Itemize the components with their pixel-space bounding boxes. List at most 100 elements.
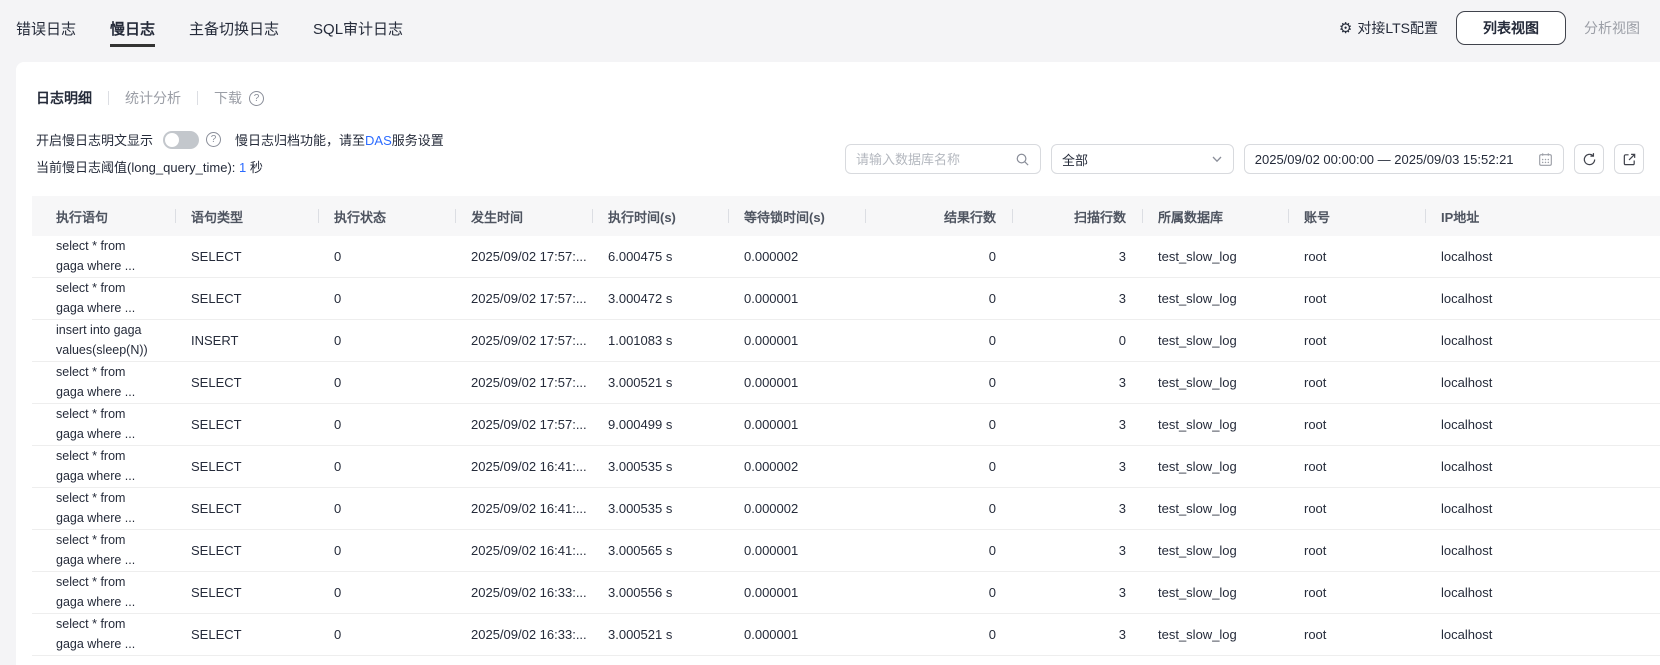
analysis-view-button[interactable]: 分析视图	[1584, 18, 1640, 38]
log-tabs: 错误日志 慢日志 主备切换日志 SQL审计日志	[0, 0, 403, 56]
archive-note-prefix: 慢日志归档功能，请至	[235, 133, 365, 148]
cell-exec-time: 9.000499 s	[592, 417, 728, 432]
cell-occur-time: 2025/09/02 17:57:...	[455, 249, 592, 264]
cell-ip: localhost	[1425, 417, 1660, 432]
table-header-row: 执行语句 语句类型 执行状态 发生时间 执行时间(s) 等待锁时间(s) 结果行…	[32, 196, 1660, 236]
slow-log-panel: 日志明细 统计分析 下载 ? 开启慢日志明文显示 ? 慢日志归档功能，请至DAS…	[16, 62, 1660, 665]
table-row[interactable]: select * fromgaga where ... SELECT 0 202…	[32, 614, 1660, 656]
cell-statement[interactable]: select * fromgaga where ...	[32, 237, 175, 276]
cell-result-rows: 0	[865, 333, 1012, 348]
cell-result-rows: 0	[865, 585, 1012, 600]
table-row[interactable]: select * fromgaga where ... SELECT 0 202…	[32, 530, 1660, 572]
cell-account: root	[1288, 249, 1425, 264]
table-row[interactable]: select * fromgaga where ... SELECT 0 202…	[32, 362, 1660, 404]
cell-ip: localhost	[1425, 627, 1660, 642]
cell-ip: localhost	[1425, 249, 1660, 264]
tab-slow-log[interactable]: 慢日志	[110, 0, 155, 56]
table-row[interactable]: select * fromgaga where ... SELECT 0 202…	[32, 278, 1660, 320]
open-in-new-button[interactable]	[1614, 144, 1644, 174]
cell-occur-time: 2025/09/02 16:41:...	[455, 543, 592, 558]
cell-scan-rows: 3	[1012, 375, 1142, 390]
cell-account: root	[1288, 291, 1425, 306]
subtab-download[interactable]: 下载	[214, 88, 242, 108]
cell-statement-type: SELECT	[175, 249, 318, 264]
cell-account: root	[1288, 585, 1425, 600]
cell-statement[interactable]: select * fromgaga where ...	[32, 279, 175, 318]
cell-exec-status: 0	[318, 501, 455, 516]
toggle-knob	[165, 133, 179, 147]
search-icon[interactable]	[1015, 152, 1030, 167]
cell-result-rows: 0	[865, 249, 1012, 264]
exec-status-tooltip-label[interactable]: 执行状态	[334, 210, 386, 226]
calendar-icon	[1538, 152, 1553, 167]
database-search-input[interactable]	[856, 152, 1015, 167]
cell-statement[interactable]: insert into gagavalues(sleep(N))	[32, 321, 175, 360]
cell-statement[interactable]: select * fromgaga where ...	[32, 615, 175, 654]
log-tab-bar: 错误日志 慢日志 主备切换日志 SQL审计日志 ⚙ 对接LTS配置 列表视图 分…	[0, 0, 1660, 56]
cell-account: root	[1288, 459, 1425, 474]
cell-statement[interactable]: select * fromgaga where ...	[32, 405, 175, 444]
plaintext-help-icon[interactable]: ?	[206, 132, 221, 147]
cell-lock-wait-time: 0.000001	[728, 585, 865, 600]
cell-account: root	[1288, 375, 1425, 390]
list-view-button[interactable]: 列表视图	[1456, 11, 1566, 45]
cell-exec-status: 0	[318, 585, 455, 600]
table-row[interactable]: select * fromgaga where ... SELECT 0 202…	[32, 488, 1660, 530]
table-row[interactable]: select * fromgaga where ... SELECT 0 202…	[32, 236, 1660, 278]
tab-failover-log[interactable]: 主备切换日志	[189, 0, 279, 56]
cell-statement-type: SELECT	[175, 375, 318, 390]
das-link[interactable]: DAS	[365, 133, 392, 148]
refresh-button[interactable]	[1574, 144, 1604, 174]
archive-note: 慢日志归档功能，请至DAS服务设置	[235, 130, 444, 149]
date-range-picker[interactable]: 2025/09/02 00:00:00 — 2025/09/03 15:52:2…	[1244, 144, 1564, 174]
tab-error-log[interactable]: 错误日志	[16, 0, 76, 56]
cell-statement[interactable]: select * fromgaga where ...	[32, 447, 175, 486]
cell-statement[interactable]: select * fromgaga where ...	[32, 489, 175, 528]
panel-subtabs: 日志明细 统计分析 下载 ?	[36, 88, 264, 108]
lts-config-button[interactable]: ⚙ 对接LTS配置	[1339, 18, 1438, 38]
cell-statement-type: SELECT	[175, 627, 318, 642]
table-row[interactable]: select * fromgaga where ... SELECT 0 202…	[32, 446, 1660, 488]
cell-result-rows: 0	[865, 417, 1012, 432]
cell-statement-type: SELECT	[175, 417, 318, 432]
cell-account: root	[1288, 501, 1425, 516]
cell-database: test_slow_log	[1142, 627, 1288, 642]
cell-database: test_slow_log	[1142, 501, 1288, 516]
col-header-statement: 执行语句	[32, 207, 175, 226]
cell-exec-time: 3.000521 s	[592, 627, 728, 642]
cell-statement[interactable]: select * fromgaga where ...	[32, 363, 175, 402]
col-header-statement-type: 语句类型	[175, 207, 318, 226]
cell-exec-time: 3.000535 s	[592, 459, 728, 474]
cell-lock-wait-time: 0.000001	[728, 627, 865, 642]
cell-database: test_slow_log	[1142, 585, 1288, 600]
threshold-text: 当前慢日志阈值(long_query_time): 1 秒	[36, 157, 263, 176]
cell-exec-time: 1.001083 s	[592, 333, 728, 348]
cell-result-rows: 0	[865, 627, 1012, 642]
plaintext-toggle-switch[interactable]	[163, 131, 199, 149]
table-row[interactable]: select * fromgaga where ... SELECT 0 202…	[32, 404, 1660, 446]
cell-occur-time: 2025/09/02 16:33:...	[455, 627, 592, 642]
cell-exec-time: 6.000475 s	[592, 249, 728, 264]
cell-result-rows: 0	[865, 291, 1012, 306]
cell-statement[interactable]: select * fromgaga where ...	[32, 531, 175, 570]
cell-lock-wait-time: 0.000001	[728, 417, 865, 432]
tab-sql-audit-log[interactable]: SQL审计日志	[313, 0, 403, 56]
cell-scan-rows: 3	[1012, 417, 1142, 432]
cell-exec-status: 0	[318, 333, 455, 348]
download-help-icon[interactable]: ?	[249, 91, 264, 106]
database-search-box	[845, 144, 1041, 174]
subtab-log-detail[interactable]: 日志明细	[36, 88, 92, 108]
col-header-lock-wait-time: 等待锁时间(s)	[728, 207, 865, 226]
cell-scan-rows: 3	[1012, 459, 1142, 474]
cell-scan-rows: 3	[1012, 585, 1142, 600]
table-row[interactable]: insert into gagavalues(sleep(N)) INSERT …	[32, 320, 1660, 362]
subtab-statistics[interactable]: 统计分析	[125, 88, 181, 108]
cell-statement-type: SELECT	[175, 585, 318, 600]
database-select[interactable]: 全部	[1051, 144, 1234, 174]
database-select-value: 全部	[1062, 150, 1088, 169]
cell-result-rows: 0	[865, 375, 1012, 390]
cell-statement[interactable]: select * fromgaga where ...	[32, 573, 175, 612]
cell-exec-status: 0	[318, 417, 455, 432]
lts-config-label: 对接LTS配置	[1357, 18, 1438, 38]
table-row[interactable]: select * fromgaga where ... SELECT 0 202…	[32, 572, 1660, 614]
